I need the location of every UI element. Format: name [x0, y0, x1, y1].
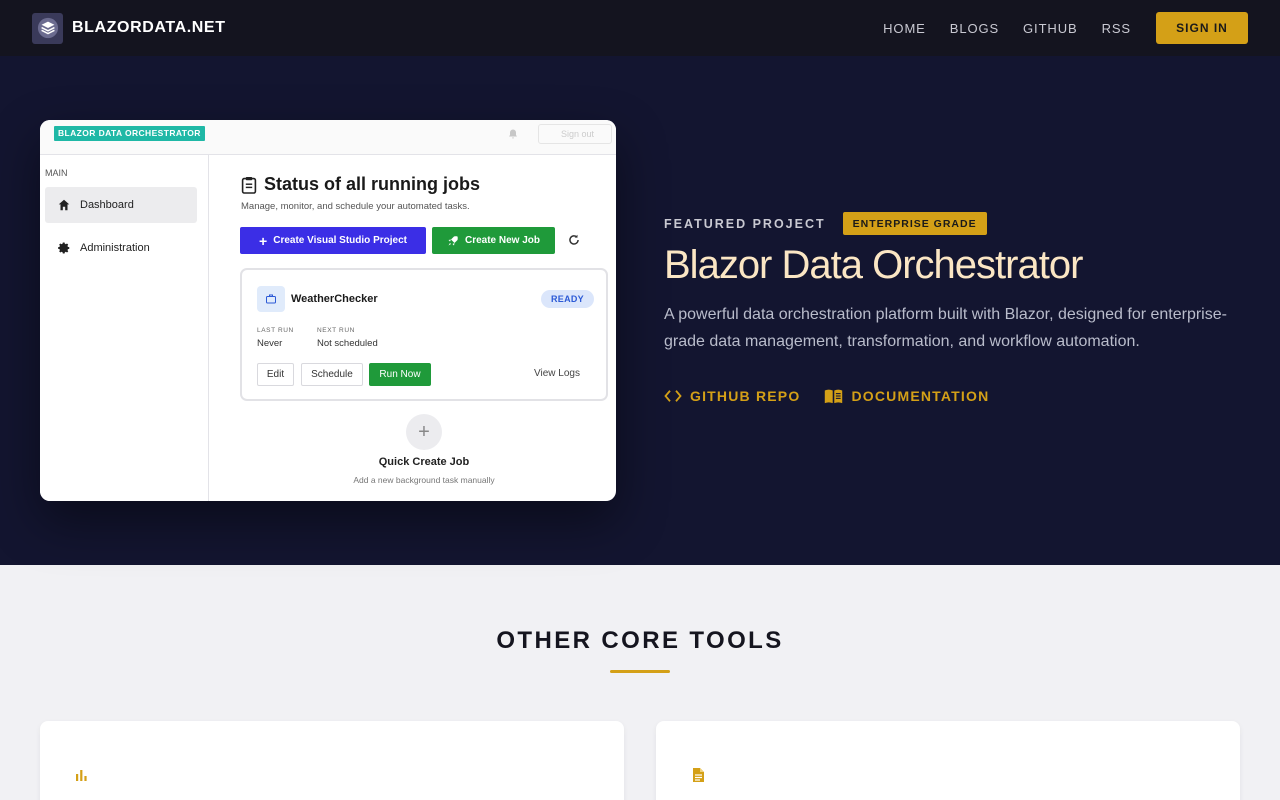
github-repo-label: GITHUB REPO: [690, 388, 801, 404]
nav-link-home[interactable]: HOME: [883, 21, 926, 36]
tool-card[interactable]: [656, 721, 1240, 800]
preview-job-card: WeatherChecker READY LAST RUN Never NEXT…: [240, 268, 608, 401]
hero-description: A powerful data orchestration platform b…: [664, 306, 1227, 350]
preview-quick-create-title: Quick Create Job: [378, 456, 470, 468]
preview-title-text: Status of all running jobs: [264, 174, 480, 194]
brand[interactable]: BLAZORDATA.NET: [32, 12, 226, 44]
tools-section-title: OTHER CORE TOOLS: [496, 627, 784, 654]
hero-title: Blazor Data Orchestrator: [664, 243, 1083, 287]
preview-job-name: WeatherChecker: [291, 293, 378, 305]
preview-quick-create-subtitle: Add a new background task manually: [353, 475, 495, 485]
preview-button-label: Create New Job: [464, 235, 541, 246]
github-repo-link[interactable]: GITHUB REPO: [664, 388, 800, 404]
book-icon: [825, 389, 843, 404]
preview-next-run-label: NEXT RUN: [317, 327, 355, 334]
document-icon: [693, 768, 704, 782]
bell-icon: [509, 129, 517, 139]
plus-icon: +: [406, 414, 442, 450]
plus-icon: +: [259, 232, 268, 249]
preview-next-run-value: Not scheduled: [317, 338, 378, 349]
hero-links: GITHUB REPO DOCUMENTATION: [664, 388, 989, 404]
preview-button-label: Create Visual Studio Project: [273, 235, 407, 246]
gear-icon: [58, 242, 70, 254]
featured-row: FEATURED PROJECT ENTERPRISE GRADE: [664, 212, 987, 235]
layers-logo-icon: [32, 12, 63, 44]
bar-chart-icon: [76, 770, 87, 781]
preview-signout-button: Sign out: [538, 124, 612, 144]
preview-sidebar-item-dashboard: Dashboard: [45, 187, 197, 223]
refresh-icon: [569, 234, 579, 245]
preview-sidebar: MAIN Dashboard Administration: [40, 155, 209, 501]
preview-run-now-button: Run Now: [369, 363, 431, 386]
preview-brand-badge: BLAZOR DATA ORCHESTRATOR: [54, 126, 205, 141]
documentation-link[interactable]: DOCUMENTATION: [824, 388, 989, 404]
navbar: BLAZORDATA.NET HOME BLOGS GITHUB RSS SIG…: [0, 0, 1280, 56]
featured-label: FEATURED PROJECT: [664, 216, 826, 231]
clipboard-icon: [241, 176, 257, 194]
preview-subtitle: Manage, monitor, and schedule your autom…: [241, 201, 470, 212]
home-icon: [58, 199, 70, 211]
preview-last-run-label: LAST RUN: [257, 327, 294, 334]
preview-create-vs-project-button: + Create Visual Studio Project: [240, 227, 426, 254]
preview-edit-button: Edit: [257, 363, 294, 386]
nav-link-blogs[interactable]: BLOGS: [950, 21, 999, 36]
nav-link-rss[interactable]: RSS: [1102, 21, 1131, 36]
nav-link-github[interactable]: GITHUB: [1023, 21, 1078, 36]
documentation-label: DOCUMENTATION: [851, 388, 990, 404]
preview-view-logs-link: View Logs: [534, 368, 580, 379]
preview-main-content: Status of all running jobs Manage, monit…: [210, 155, 616, 501]
preview-topbar: BLAZOR DATA ORCHESTRATOR Sign out: [40, 120, 616, 155]
code-icon: [664, 390, 682, 402]
enterprise-badge: ENTERPRISE GRADE: [842, 212, 987, 235]
tool-card[interactable]: [40, 721, 624, 800]
preview-sidebar-label: Administration: [80, 242, 150, 254]
app-preview-screenshot: BLAZOR DATA ORCHESTRATOR Sign out MAIN D…: [40, 120, 616, 501]
preview-schedule-button: Schedule: [301, 363, 363, 386]
preview-sidebar-section-label: MAIN: [45, 168, 68, 178]
preview-last-run-value: Never: [257, 338, 283, 349]
briefcase-icon: [257, 286, 285, 312]
nav-links: HOME BLOGS GITHUB RSS: [883, 21, 1131, 36]
tools-title-underline: [610, 670, 670, 673]
brand-name: BLAZORDATA.NET: [72, 19, 226, 36]
preview-page-title: Status of all running jobs: [241, 174, 480, 195]
rocket-icon: [448, 235, 458, 245]
preview-job-status-badge: READY: [541, 290, 594, 308]
preview-sidebar-item-administration: Administration: [45, 230, 197, 266]
preview-create-job-button: Create New Job: [432, 227, 555, 254]
sign-in-button[interactable]: SIGN IN: [1156, 12, 1248, 44]
preview-sidebar-label: Dashboard: [80, 199, 134, 211]
hero-section: BLAZOR DATA ORCHESTRATOR Sign out MAIN D…: [0, 56, 1280, 565]
